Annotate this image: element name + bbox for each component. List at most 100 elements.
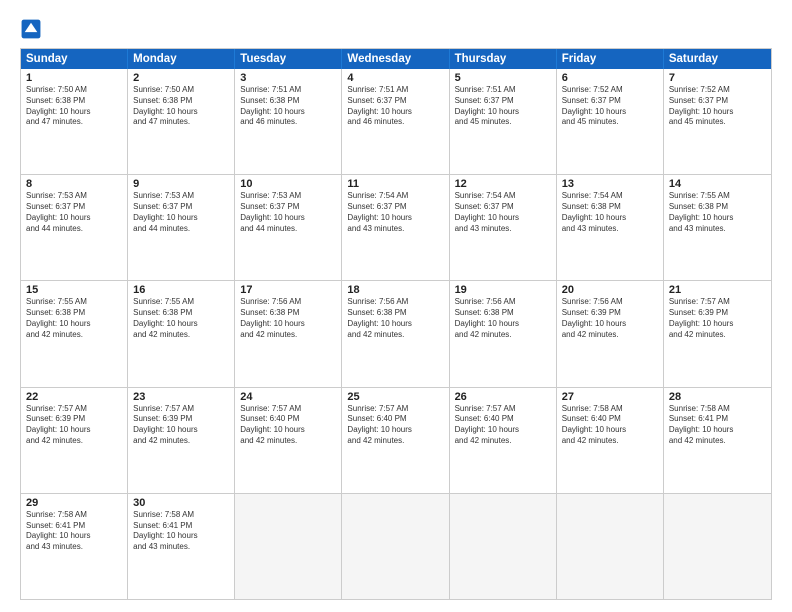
day-info: Sunrise: 7:52 AM Sunset: 6:37 PM Dayligh… <box>562 85 658 128</box>
calendar-cell: 28Sunrise: 7:58 AM Sunset: 6:41 PM Dayli… <box>664 388 771 493</box>
header-thursday: Thursday <box>450 49 557 69</box>
day-number: 1 <box>26 72 122 84</box>
header-monday: Monday <box>128 49 235 69</box>
calendar-cell <box>664 494 771 599</box>
calendar-week-2: 8Sunrise: 7:53 AM Sunset: 6:37 PM Daylig… <box>21 174 771 280</box>
calendar-cell: 12Sunrise: 7:54 AM Sunset: 6:37 PM Dayli… <box>450 175 557 280</box>
day-number: 4 <box>347 72 443 84</box>
calendar: Sunday Monday Tuesday Wednesday Thursday… <box>20 48 772 600</box>
calendar-cell: 19Sunrise: 7:56 AM Sunset: 6:38 PM Dayli… <box>450 281 557 386</box>
calendar-cell: 14Sunrise: 7:55 AM Sunset: 6:38 PM Dayli… <box>664 175 771 280</box>
day-number: 16 <box>133 284 229 296</box>
header-friday: Friday <box>557 49 664 69</box>
calendar-cell: 10Sunrise: 7:53 AM Sunset: 6:37 PM Dayli… <box>235 175 342 280</box>
day-info: Sunrise: 7:52 AM Sunset: 6:37 PM Dayligh… <box>669 85 766 128</box>
day-number: 22 <box>26 391 122 403</box>
calendar-cell: 25Sunrise: 7:57 AM Sunset: 6:40 PM Dayli… <box>342 388 449 493</box>
day-info: Sunrise: 7:50 AM Sunset: 6:38 PM Dayligh… <box>26 85 122 128</box>
header-tuesday: Tuesday <box>235 49 342 69</box>
calendar-cell: 21Sunrise: 7:57 AM Sunset: 6:39 PM Dayli… <box>664 281 771 386</box>
day-number: 12 <box>455 178 551 190</box>
day-number: 19 <box>455 284 551 296</box>
day-number: 13 <box>562 178 658 190</box>
calendar-cell: 8Sunrise: 7:53 AM Sunset: 6:37 PM Daylig… <box>21 175 128 280</box>
header-wednesday: Wednesday <box>342 49 449 69</box>
day-number: 27 <box>562 391 658 403</box>
day-number: 6 <box>562 72 658 84</box>
day-info: Sunrise: 7:56 AM Sunset: 6:38 PM Dayligh… <box>240 297 336 340</box>
day-number: 15 <box>26 284 122 296</box>
calendar-cell: 26Sunrise: 7:57 AM Sunset: 6:40 PM Dayli… <box>450 388 557 493</box>
day-info: Sunrise: 7:57 AM Sunset: 6:39 PM Dayligh… <box>26 404 122 447</box>
day-number: 26 <box>455 391 551 403</box>
day-info: Sunrise: 7:53 AM Sunset: 6:37 PM Dayligh… <box>26 191 122 234</box>
calendar-cell: 7Sunrise: 7:52 AM Sunset: 6:37 PM Daylig… <box>664 69 771 174</box>
day-number: 25 <box>347 391 443 403</box>
day-info: Sunrise: 7:54 AM Sunset: 6:37 PM Dayligh… <box>347 191 443 234</box>
calendar-cell: 27Sunrise: 7:58 AM Sunset: 6:40 PM Dayli… <box>557 388 664 493</box>
day-number: 28 <box>669 391 766 403</box>
day-info: Sunrise: 7:55 AM Sunset: 6:38 PM Dayligh… <box>133 297 229 340</box>
day-number: 11 <box>347 178 443 190</box>
calendar-week-4: 22Sunrise: 7:57 AM Sunset: 6:39 PM Dayli… <box>21 387 771 493</box>
header-saturday: Saturday <box>664 49 771 69</box>
calendar-cell: 11Sunrise: 7:54 AM Sunset: 6:37 PM Dayli… <box>342 175 449 280</box>
day-number: 14 <box>669 178 766 190</box>
day-info: Sunrise: 7:50 AM Sunset: 6:38 PM Dayligh… <box>133 85 229 128</box>
day-number: 8 <box>26 178 122 190</box>
day-info: Sunrise: 7:57 AM Sunset: 6:40 PM Dayligh… <box>455 404 551 447</box>
calendar-cell: 5Sunrise: 7:51 AM Sunset: 6:37 PM Daylig… <box>450 69 557 174</box>
day-number: 10 <box>240 178 336 190</box>
day-info: Sunrise: 7:53 AM Sunset: 6:37 PM Dayligh… <box>240 191 336 234</box>
calendar-week-3: 15Sunrise: 7:55 AM Sunset: 6:38 PM Dayli… <box>21 280 771 386</box>
calendar-cell: 23Sunrise: 7:57 AM Sunset: 6:39 PM Dayli… <box>128 388 235 493</box>
day-info: Sunrise: 7:54 AM Sunset: 6:38 PM Dayligh… <box>562 191 658 234</box>
day-info: Sunrise: 7:51 AM Sunset: 6:37 PM Dayligh… <box>347 85 443 128</box>
day-info: Sunrise: 7:57 AM Sunset: 6:40 PM Dayligh… <box>347 404 443 447</box>
calendar-cell: 15Sunrise: 7:55 AM Sunset: 6:38 PM Dayli… <box>21 281 128 386</box>
calendar-cell: 2Sunrise: 7:50 AM Sunset: 6:38 PM Daylig… <box>128 69 235 174</box>
day-number: 7 <box>669 72 766 84</box>
day-info: Sunrise: 7:56 AM Sunset: 6:38 PM Dayligh… <box>347 297 443 340</box>
calendar-cell: 24Sunrise: 7:57 AM Sunset: 6:40 PM Dayli… <box>235 388 342 493</box>
day-number: 29 <box>26 497 122 509</box>
day-info: Sunrise: 7:58 AM Sunset: 6:41 PM Dayligh… <box>669 404 766 447</box>
day-info: Sunrise: 7:55 AM Sunset: 6:38 PM Dayligh… <box>26 297 122 340</box>
calendar-cell: 6Sunrise: 7:52 AM Sunset: 6:37 PM Daylig… <box>557 69 664 174</box>
day-info: Sunrise: 7:54 AM Sunset: 6:37 PM Dayligh… <box>455 191 551 234</box>
day-info: Sunrise: 7:58 AM Sunset: 6:41 PM Dayligh… <box>26 510 122 553</box>
day-info: Sunrise: 7:51 AM Sunset: 6:37 PM Dayligh… <box>455 85 551 128</box>
day-number: 2 <box>133 72 229 84</box>
day-info: Sunrise: 7:56 AM Sunset: 6:39 PM Dayligh… <box>562 297 658 340</box>
day-number: 3 <box>240 72 336 84</box>
calendar-cell: 22Sunrise: 7:57 AM Sunset: 6:39 PM Dayli… <box>21 388 128 493</box>
calendar-cell: 3Sunrise: 7:51 AM Sunset: 6:38 PM Daylig… <box>235 69 342 174</box>
day-number: 21 <box>669 284 766 296</box>
calendar-cell: 1Sunrise: 7:50 AM Sunset: 6:38 PM Daylig… <box>21 69 128 174</box>
header-sunday: Sunday <box>21 49 128 69</box>
calendar-week-5: 29Sunrise: 7:58 AM Sunset: 6:41 PM Dayli… <box>21 493 771 599</box>
day-number: 18 <box>347 284 443 296</box>
calendar-cell <box>450 494 557 599</box>
day-number: 30 <box>133 497 229 509</box>
calendar-cell: 9Sunrise: 7:53 AM Sunset: 6:37 PM Daylig… <box>128 175 235 280</box>
day-number: 17 <box>240 284 336 296</box>
day-number: 5 <box>455 72 551 84</box>
calendar-cell: 29Sunrise: 7:58 AM Sunset: 6:41 PM Dayli… <box>21 494 128 599</box>
day-info: Sunrise: 7:58 AM Sunset: 6:41 PM Dayligh… <box>133 510 229 553</box>
day-info: Sunrise: 7:57 AM Sunset: 6:40 PM Dayligh… <box>240 404 336 447</box>
calendar-cell <box>557 494 664 599</box>
day-info: Sunrise: 7:57 AM Sunset: 6:39 PM Dayligh… <box>669 297 766 340</box>
calendar-cell <box>235 494 342 599</box>
logo-icon <box>20 18 42 40</box>
day-info: Sunrise: 7:58 AM Sunset: 6:40 PM Dayligh… <box>562 404 658 447</box>
calendar-cell: 16Sunrise: 7:55 AM Sunset: 6:38 PM Dayli… <box>128 281 235 386</box>
day-number: 24 <box>240 391 336 403</box>
calendar-cell: 18Sunrise: 7:56 AM Sunset: 6:38 PM Dayli… <box>342 281 449 386</box>
day-number: 23 <box>133 391 229 403</box>
calendar-header: Sunday Monday Tuesday Wednesday Thursday… <box>21 49 771 69</box>
calendar-cell: 20Sunrise: 7:56 AM Sunset: 6:39 PM Dayli… <box>557 281 664 386</box>
day-number: 9 <box>133 178 229 190</box>
calendar-cell <box>342 494 449 599</box>
calendar-week-1: 1Sunrise: 7:50 AM Sunset: 6:38 PM Daylig… <box>21 69 771 174</box>
